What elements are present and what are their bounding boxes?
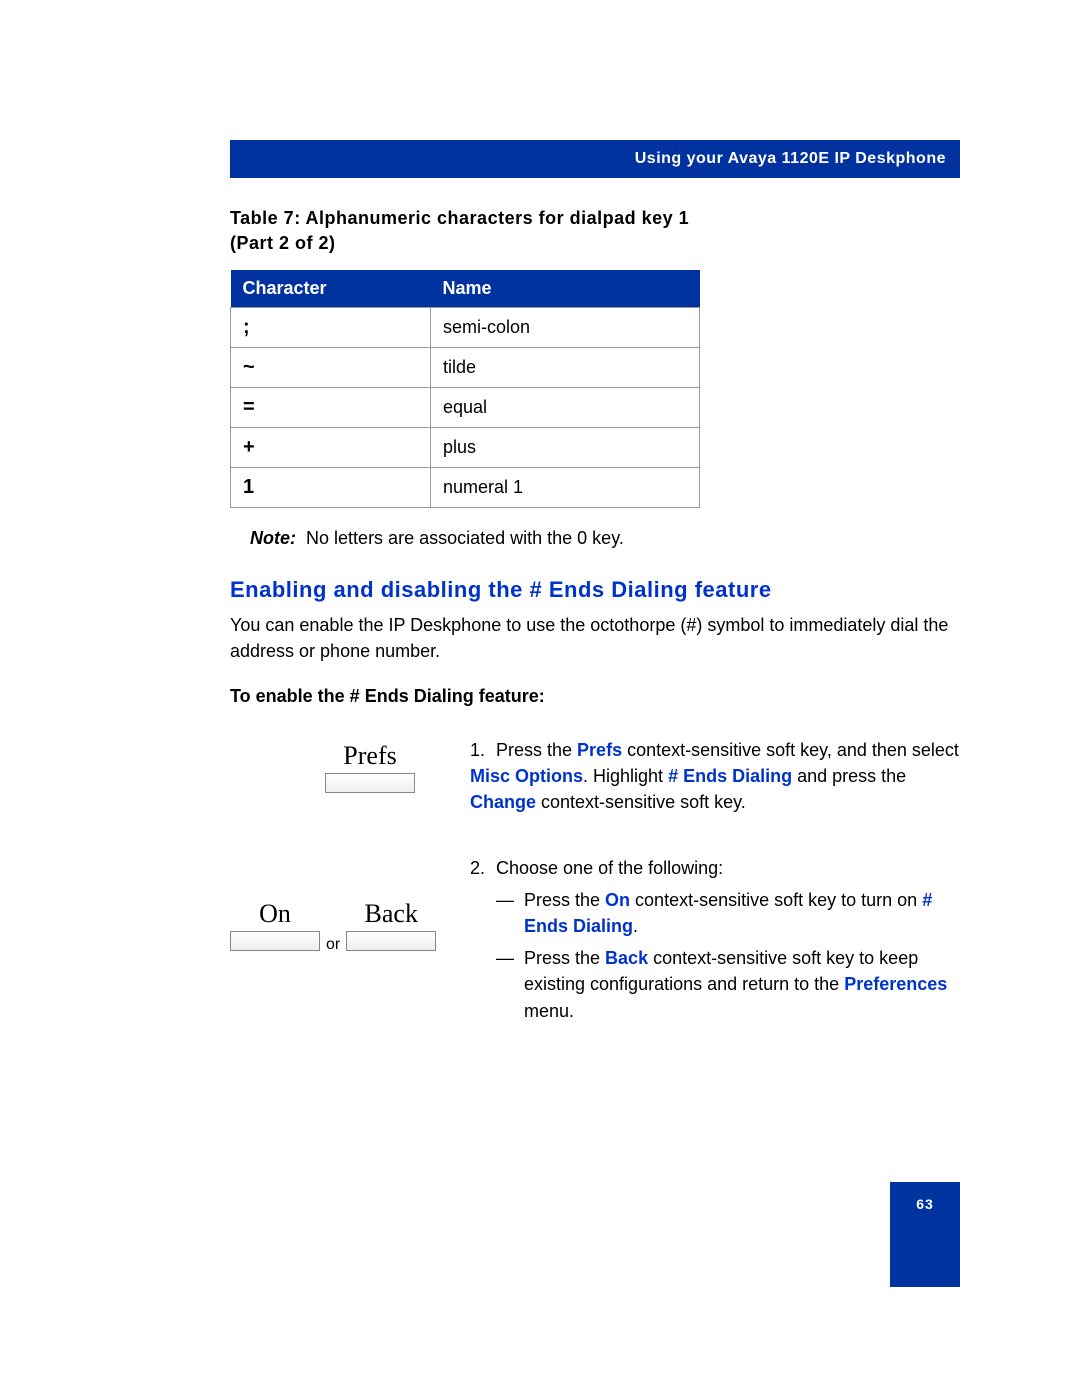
instruction-row: On or Back 2.Choose one of the following…	[230, 855, 960, 1024]
hl-prefs: Prefs	[577, 740, 622, 760]
hl-ends-dialing: # Ends Dialing	[668, 766, 792, 786]
softkey-block: Back	[346, 899, 436, 956]
bullet-text: Press the On context-sensitive soft key …	[524, 887, 960, 939]
instruction-row: Prefs 1.Press the Prefs context-sensitiv…	[230, 737, 960, 815]
column-header-character: Character	[231, 270, 431, 308]
text: Press the	[524, 890, 605, 910]
softkey-button-on[interactable]	[230, 931, 320, 951]
page-number: 63	[890, 1182, 960, 1287]
text: . Highlight	[583, 766, 668, 786]
char-cell: +	[231, 428, 431, 468]
sub-bullet: — Press the On context-sensitive soft ke…	[470, 887, 960, 939]
name-cell: equal	[431, 388, 700, 428]
text: context-sensitive soft key to turn on	[630, 890, 922, 910]
softkey-block: On	[230, 899, 320, 956]
table-caption-line-2: (Part 2 of 2)	[230, 233, 336, 253]
page-number-value: 63	[916, 1196, 934, 1212]
note-content: No letters are associated with the 0 key…	[306, 528, 624, 548]
table-row: ; semi-colon	[231, 308, 700, 348]
table-row: ~ tilde	[231, 348, 700, 388]
char-cell: =	[231, 388, 431, 428]
character-table: Character Name ; semi-colon ~ tilde = eq…	[230, 270, 700, 508]
softkey-button-prefs[interactable]	[325, 773, 415, 793]
name-cell: plus	[431, 428, 700, 468]
text: context-sensitive soft key, and then sel…	[622, 740, 959, 760]
bullet-text: Press the Back context-sensitive soft ke…	[524, 945, 960, 1023]
column-header-name: Name	[431, 270, 700, 308]
section-heading: Enabling and disabling the # Ends Dialin…	[230, 577, 960, 603]
text: menu.	[524, 1001, 574, 1021]
text: and press the	[792, 766, 906, 786]
softkey-group: On or Back	[230, 899, 470, 956]
text: context-sensitive soft key.	[536, 792, 746, 812]
softkey-block: Prefs	[270, 741, 470, 798]
or-text: or	[326, 936, 340, 956]
table-row: 1 numeral 1	[231, 468, 700, 508]
sub-bullet: — Press the Back context-sensitive soft …	[470, 945, 960, 1023]
softkey-label-prefs: Prefs	[270, 741, 470, 771]
name-cell: semi-colon	[431, 308, 700, 348]
procedure-heading: To enable the # Ends Dialing feature:	[230, 686, 960, 707]
step-number: 2.	[470, 855, 496, 881]
table-caption: Table 7: Alphanumeric characters for dia…	[230, 206, 960, 256]
hl-preferences: Preferences	[844, 974, 947, 994]
text: Choose one of the following:	[496, 858, 723, 878]
name-cell: numeral 1	[431, 468, 700, 508]
char-cell: 1	[231, 468, 431, 508]
hl-on: On	[605, 890, 630, 910]
softkey-label-on: On	[230, 899, 320, 929]
step-number: 1.	[470, 737, 496, 763]
hl-back: Back	[605, 948, 648, 968]
intro-paragraph: You can enable the IP Deskphone to use t…	[230, 613, 960, 663]
note-label: Note:	[250, 528, 296, 548]
name-cell: tilde	[431, 348, 700, 388]
softkey-area: Prefs	[230, 737, 470, 815]
char-cell: ;	[231, 308, 431, 348]
softkey-label-back: Back	[346, 899, 436, 929]
table-row: = equal	[231, 388, 700, 428]
step-2-text: 2.Choose one of the following: — Press t…	[470, 855, 960, 1024]
table-caption-line-1: Table 7: Alphanumeric characters for dia…	[230, 208, 689, 228]
step-1-text: 1.Press the Prefs context-sensitive soft…	[470, 737, 960, 815]
char-cell: ~	[231, 348, 431, 388]
dash: —	[496, 945, 524, 1023]
softkey-button-back[interactable]	[346, 931, 436, 951]
document-page: Using your Avaya 1120E IP Deskphone Tabl…	[0, 0, 1080, 1024]
note-text: Note: No letters are associated with the…	[250, 528, 960, 549]
hl-misc-options: Misc Options	[470, 766, 583, 786]
dash: —	[496, 887, 524, 939]
text: .	[633, 916, 638, 936]
page-header: Using your Avaya 1120E IP Deskphone	[230, 140, 960, 178]
text: Press the	[496, 740, 577, 760]
softkey-area: On or Back	[230, 855, 470, 1024]
header-text: Using your Avaya 1120E IP Deskphone	[635, 150, 946, 167]
table-row: + plus	[231, 428, 700, 468]
hl-change: Change	[470, 792, 536, 812]
text: Press the	[524, 948, 605, 968]
